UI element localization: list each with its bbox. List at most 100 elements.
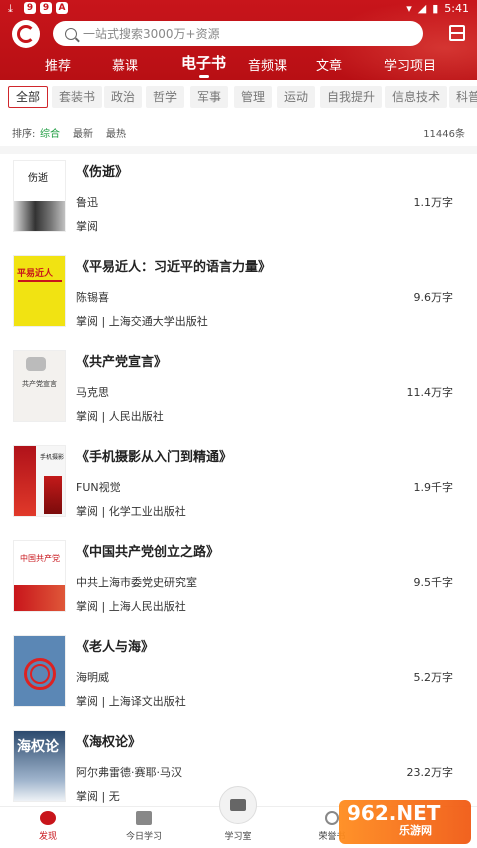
book-title[interactable]: 《中国共产党创立之路》 bbox=[76, 541, 219, 560]
search-input[interactable] bbox=[83, 26, 383, 41]
book-publisher: 掌阅 | 上海人民出版社 bbox=[76, 600, 186, 613]
discover-icon bbox=[40, 811, 56, 825]
book-publisher: 掌阅 | 无 bbox=[76, 790, 120, 803]
book-item[interactable]: 手机摄影 《手机摄影从入门到精通》 FUN视觉 1.9千字 掌阅 | 化学工业出… bbox=[0, 439, 477, 534]
book-word-count: 1.9千字 bbox=[413, 481, 454, 494]
tab-recommend[interactable]: 推荐 bbox=[45, 55, 71, 74]
sort-comprehensive[interactable]: 综合 bbox=[40, 125, 60, 140]
watermark-text: 962.NET bbox=[347, 801, 441, 825]
status-bar: ⤓ 9 9 A ▾ ◢ ▮ 5:41 bbox=[0, 0, 477, 18]
site-watermark: 962.NET 乐游网 bbox=[339, 800, 471, 844]
book-title[interactable]: 《手机摄影从入门到精通》 bbox=[76, 446, 232, 465]
book-publisher: 掌阅 | 人民出版社 bbox=[76, 410, 164, 423]
search-bar[interactable] bbox=[53, 21, 423, 46]
cover-title: 海权论 bbox=[17, 739, 59, 755]
book-title[interactable]: 《老人与海》 bbox=[76, 636, 154, 655]
cover-title: 共产党宣言 bbox=[22, 380, 57, 388]
sort-hottest[interactable]: 最热 bbox=[106, 125, 126, 140]
category-filter-bar: 全部 套装书 政治 哲学 军事 管理 运动 自我提升 信息技术 科普 bbox=[0, 86, 477, 112]
book-author: 海明威 bbox=[76, 671, 109, 684]
tab-study-project[interactable]: 学习项目 bbox=[384, 55, 436, 74]
book-author: 陈锡喜 bbox=[76, 291, 109, 304]
category-politics[interactable]: 政治 bbox=[104, 86, 143, 108]
nav-label: 发现 bbox=[38, 832, 57, 842]
play-icon bbox=[230, 799, 246, 811]
book-author: FUN视觉 bbox=[76, 481, 121, 494]
tab-article[interactable]: 文章 bbox=[316, 55, 342, 74]
cover-ring-inner bbox=[30, 664, 50, 684]
book-title[interactable]: 《共产党宣言》 bbox=[76, 351, 167, 370]
study-room-button[interactable] bbox=[219, 786, 257, 824]
book-cover[interactable]: 中国共产党 bbox=[13, 540, 66, 612]
app-header: ⤓ 9 9 A ▾ ◢ ▮ 5:41 推荐 慕课 电子书 音频课 文章 学习项目 bbox=[0, 0, 477, 80]
search-icon bbox=[65, 27, 77, 40]
nav-label: 今日学习 bbox=[125, 832, 162, 842]
category-science[interactable]: 科普 bbox=[449, 86, 477, 108]
book-cover[interactable]: 手机摄影 bbox=[13, 445, 66, 517]
book-item[interactable]: 中国共产党 《中国共产党创立之路》 中共上海市委党史研究室 9.5千字 掌阅 |… bbox=[0, 534, 477, 629]
book-item[interactable]: 伤逝 《伤逝》 鲁迅 1.1万字 掌阅 bbox=[0, 154, 477, 249]
status-badge: 9 bbox=[24, 2, 36, 14]
book-author: 阿尔弗雷德·赛耶·马汉 bbox=[76, 766, 182, 779]
cover-title: 伤逝 bbox=[28, 173, 48, 184]
main-nav-tabs: 推荐 慕课 电子书 音频课 文章 学习项目 bbox=[0, 52, 477, 78]
people-icon bbox=[325, 811, 339, 825]
result-count: 11446条 bbox=[423, 129, 465, 140]
book-publisher: 掌阅 | 化学工业出版社 bbox=[76, 505, 186, 518]
category-all[interactable]: 全部 bbox=[8, 86, 49, 108]
book-cover[interactable]: 海权论 bbox=[13, 730, 66, 802]
cover-title: 中国共产党 bbox=[20, 554, 60, 563]
signal-icon: ◢ bbox=[417, 2, 427, 15]
cover-red-band bbox=[14, 446, 36, 516]
cover-photo bbox=[14, 201, 65, 231]
book-word-count: 9.6万字 bbox=[413, 291, 454, 304]
nav-study-room-label: 学习室 bbox=[224, 832, 252, 842]
app-logo[interactable] bbox=[12, 20, 40, 48]
book-author: 中共上海市委党史研究室 bbox=[76, 576, 197, 589]
category-bundle[interactable]: 套装书 bbox=[52, 86, 103, 108]
category-self-improvement[interactable]: 自我提升 bbox=[320, 86, 383, 108]
watermark-sub: 乐游网 bbox=[399, 824, 432, 837]
book-word-count: 11.4万字 bbox=[406, 386, 454, 399]
book-cover[interactable]: 共产党宣言 bbox=[13, 350, 66, 422]
tab-ebook[interactable]: 电子书 bbox=[181, 52, 226, 73]
book-title[interactable]: 《平易近人：习近平的语言力量》 bbox=[76, 256, 271, 275]
book-item[interactable]: 共产党宣言 《共产党宣言》 马克思 11.4万字 掌阅 | 人民出版社 bbox=[0, 344, 477, 439]
book-cover[interactable]: 平易近人 bbox=[13, 255, 66, 327]
book-title[interactable]: 《海权论》 bbox=[76, 731, 141, 750]
category-military[interactable]: 军事 bbox=[190, 86, 229, 108]
category-sports[interactable]: 运动 bbox=[277, 86, 316, 108]
book-title[interactable]: 《伤逝》 bbox=[76, 161, 128, 180]
cover-title: 手机摄影 bbox=[40, 454, 65, 461]
category-it[interactable]: 信息技术 bbox=[385, 86, 448, 108]
category-philosophy[interactable]: 哲学 bbox=[146, 86, 185, 108]
wifi-icon: ▾ bbox=[406, 2, 412, 15]
book-icon bbox=[136, 811, 152, 825]
book-item[interactable]: 平易近人 《平易近人：习近平的语言力量》 陈锡喜 9.6万字 掌阅 | 上海交通… bbox=[0, 249, 477, 344]
book-cover[interactable]: 伤逝 bbox=[13, 160, 66, 232]
logo-mark-icon bbox=[17, 25, 35, 43]
cover-stripe bbox=[18, 280, 62, 282]
category-management[interactable]: 管理 bbox=[234, 86, 273, 108]
status-badge: A bbox=[56, 2, 68, 14]
tab-audio-course[interactable]: 音频课 bbox=[248, 55, 287, 74]
section-divider bbox=[0, 146, 477, 154]
book-cover[interactable] bbox=[13, 635, 66, 707]
scan-icon[interactable] bbox=[449, 25, 465, 41]
sort-label: 排序: bbox=[12, 129, 36, 140]
book-publisher: 掌阅 bbox=[76, 220, 98, 233]
sort-bar: 排序: 综合 最新 最热 11446条 bbox=[0, 120, 477, 142]
cover-band bbox=[14, 585, 65, 611]
battery-icon: ▮ bbox=[432, 2, 439, 15]
cover-portrait bbox=[26, 357, 46, 371]
nav-today-study[interactable]: 今日学习 bbox=[104, 811, 184, 842]
tab-mooc[interactable]: 慕课 bbox=[112, 55, 138, 74]
book-item[interactable]: 《老人与海》 海明威 5.2万字 掌阅 | 上海译文出版社 bbox=[0, 629, 477, 724]
status-badge: 9 bbox=[40, 2, 52, 14]
nav-discover[interactable]: 发现 bbox=[8, 811, 88, 842]
cover-image bbox=[44, 476, 62, 514]
sort-newest[interactable]: 最新 bbox=[73, 125, 93, 140]
book-author: 鲁迅 bbox=[76, 196, 98, 209]
cover-title: 平易近人 bbox=[17, 269, 54, 279]
clock: 5:41 bbox=[444, 2, 469, 15]
